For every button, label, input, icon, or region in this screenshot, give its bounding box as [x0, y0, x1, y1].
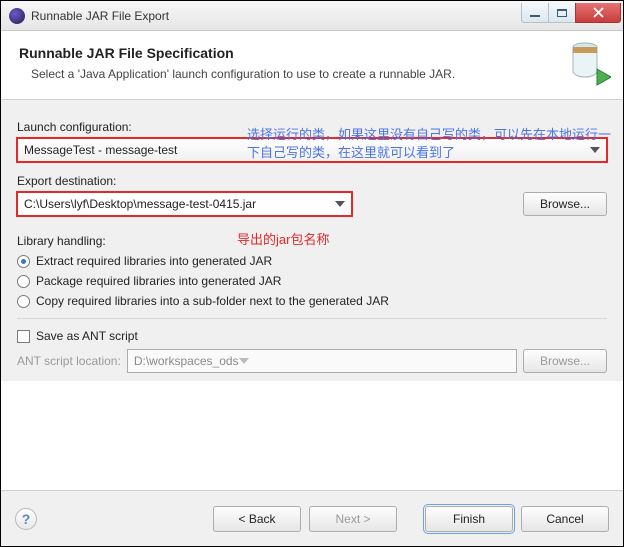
export-dest-value: C:\Users\lyf\Desktop\message-test-0415.j…	[24, 197, 256, 211]
back-button[interactable]: < Back	[213, 506, 301, 532]
export-dest-label: Export destination:	[17, 174, 607, 188]
library-option-copy[interactable]: Copy required libraries into a sub-folde…	[17, 294, 607, 308]
ant-location-input: D:\workspaces_ods	[127, 349, 517, 373]
library-option-label: Package required libraries into generate…	[36, 274, 281, 288]
close-button[interactable]	[575, 3, 621, 23]
library-option-label: Copy required libraries into a sub-folde…	[36, 294, 389, 308]
cancel-button[interactable]: Cancel	[521, 506, 609, 532]
launch-config-combo[interactable]: MessageTest - message-test	[17, 138, 607, 162]
library-option-package[interactable]: Package required libraries into generate…	[17, 274, 607, 288]
chevron-down-icon	[239, 358, 249, 364]
checkbox-icon	[17, 330, 30, 343]
minimize-button[interactable]	[521, 3, 549, 23]
save-ant-label: Save as ANT script	[36, 329, 138, 343]
wizard-subtext: Select a 'Java Application' launch confi…	[19, 67, 605, 81]
chevron-down-icon	[590, 147, 600, 153]
wizard-header: Runnable JAR File Specification Select a…	[1, 31, 623, 100]
maximize-button[interactable]	[548, 3, 576, 23]
library-option-extract[interactable]: Extract required libraries into generate…	[17, 254, 607, 268]
browse-export-button[interactable]: Browse...	[523, 192, 607, 216]
browse-ant-button: Browse...	[523, 349, 607, 373]
window-title: Runnable JAR File Export	[31, 9, 522, 23]
radio-icon	[17, 295, 30, 308]
chevron-down-icon	[335, 201, 345, 207]
eclipse-icon	[9, 8, 25, 24]
help-icon[interactable]: ?	[15, 508, 37, 530]
next-button: Next >	[309, 506, 397, 532]
ant-location-value: D:\workspaces_ods	[134, 354, 239, 368]
launch-config-value: MessageTest - message-test	[24, 143, 177, 157]
wizard-title: Runnable JAR File Specification	[19, 45, 605, 61]
jar-icon	[567, 39, 611, 87]
radio-icon	[17, 255, 30, 268]
wizard-footer: ? < Back Next > Finish Cancel	[1, 490, 623, 546]
export-dest-input[interactable]: C:\Users\lyf\Desktop\message-test-0415.j…	[17, 192, 352, 216]
finish-button[interactable]: Finish	[425, 506, 513, 532]
launch-config-label: Launch configuration:	[17, 120, 607, 134]
library-handling-label: Library handling:	[17, 234, 607, 248]
wizard-content: Launch configuration: MessageTest - mess…	[1, 100, 623, 381]
title-bar: Runnable JAR File Export	[1, 1, 623, 31]
save-ant-checkbox-row[interactable]: Save as ANT script	[17, 329, 607, 343]
library-option-label: Extract required libraries into generate…	[36, 254, 272, 268]
ant-location-label: ANT script location:	[17, 354, 121, 368]
radio-icon	[17, 275, 30, 288]
